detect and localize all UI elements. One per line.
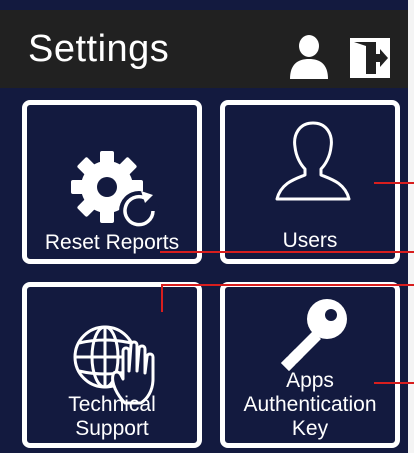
technical-support-line-2: Support <box>75 417 149 440</box>
app-header: Settings <box>0 10 408 88</box>
gear-reset-icon <box>71 151 159 231</box>
user-outline-icon <box>275 121 351 201</box>
annotation-line-technical-support-h <box>161 284 414 286</box>
technical-support-line-1: Technical <box>68 393 156 416</box>
annotation-line-users <box>374 182 414 184</box>
users-label: Users <box>282 229 338 252</box>
reset-reports-tile[interactable]: Reset Reports <box>22 100 202 264</box>
page-title: Settings <box>28 28 170 70</box>
apps-authentication-key-label: Apps Authentication Key <box>225 369 395 441</box>
technical-support-tile[interactable]: Technical Support <box>22 282 202 448</box>
settings-screen: Settings Reset Reports Users Technical S… <box>0 0 408 453</box>
users-tile[interactable]: Users <box>220 100 400 264</box>
annotation-line-reset-reports <box>160 251 414 253</box>
apps-authentication-key-line-3: Key <box>291 417 329 440</box>
logout-icon[interactable] <box>348 36 392 80</box>
apps-authentication-key-tile[interactable]: Apps Authentication Key <box>220 282 400 448</box>
annotation-line-apps-key <box>374 382 414 384</box>
user-icon[interactable] <box>288 34 330 80</box>
key-icon <box>281 299 347 371</box>
apps-authentication-key-line-1: Apps <box>286 369 334 392</box>
technical-support-label: Technical Support <box>27 393 197 441</box>
apps-authentication-key-line-2: Authentication <box>243 393 377 416</box>
annotation-line-technical-support-v <box>161 284 163 312</box>
